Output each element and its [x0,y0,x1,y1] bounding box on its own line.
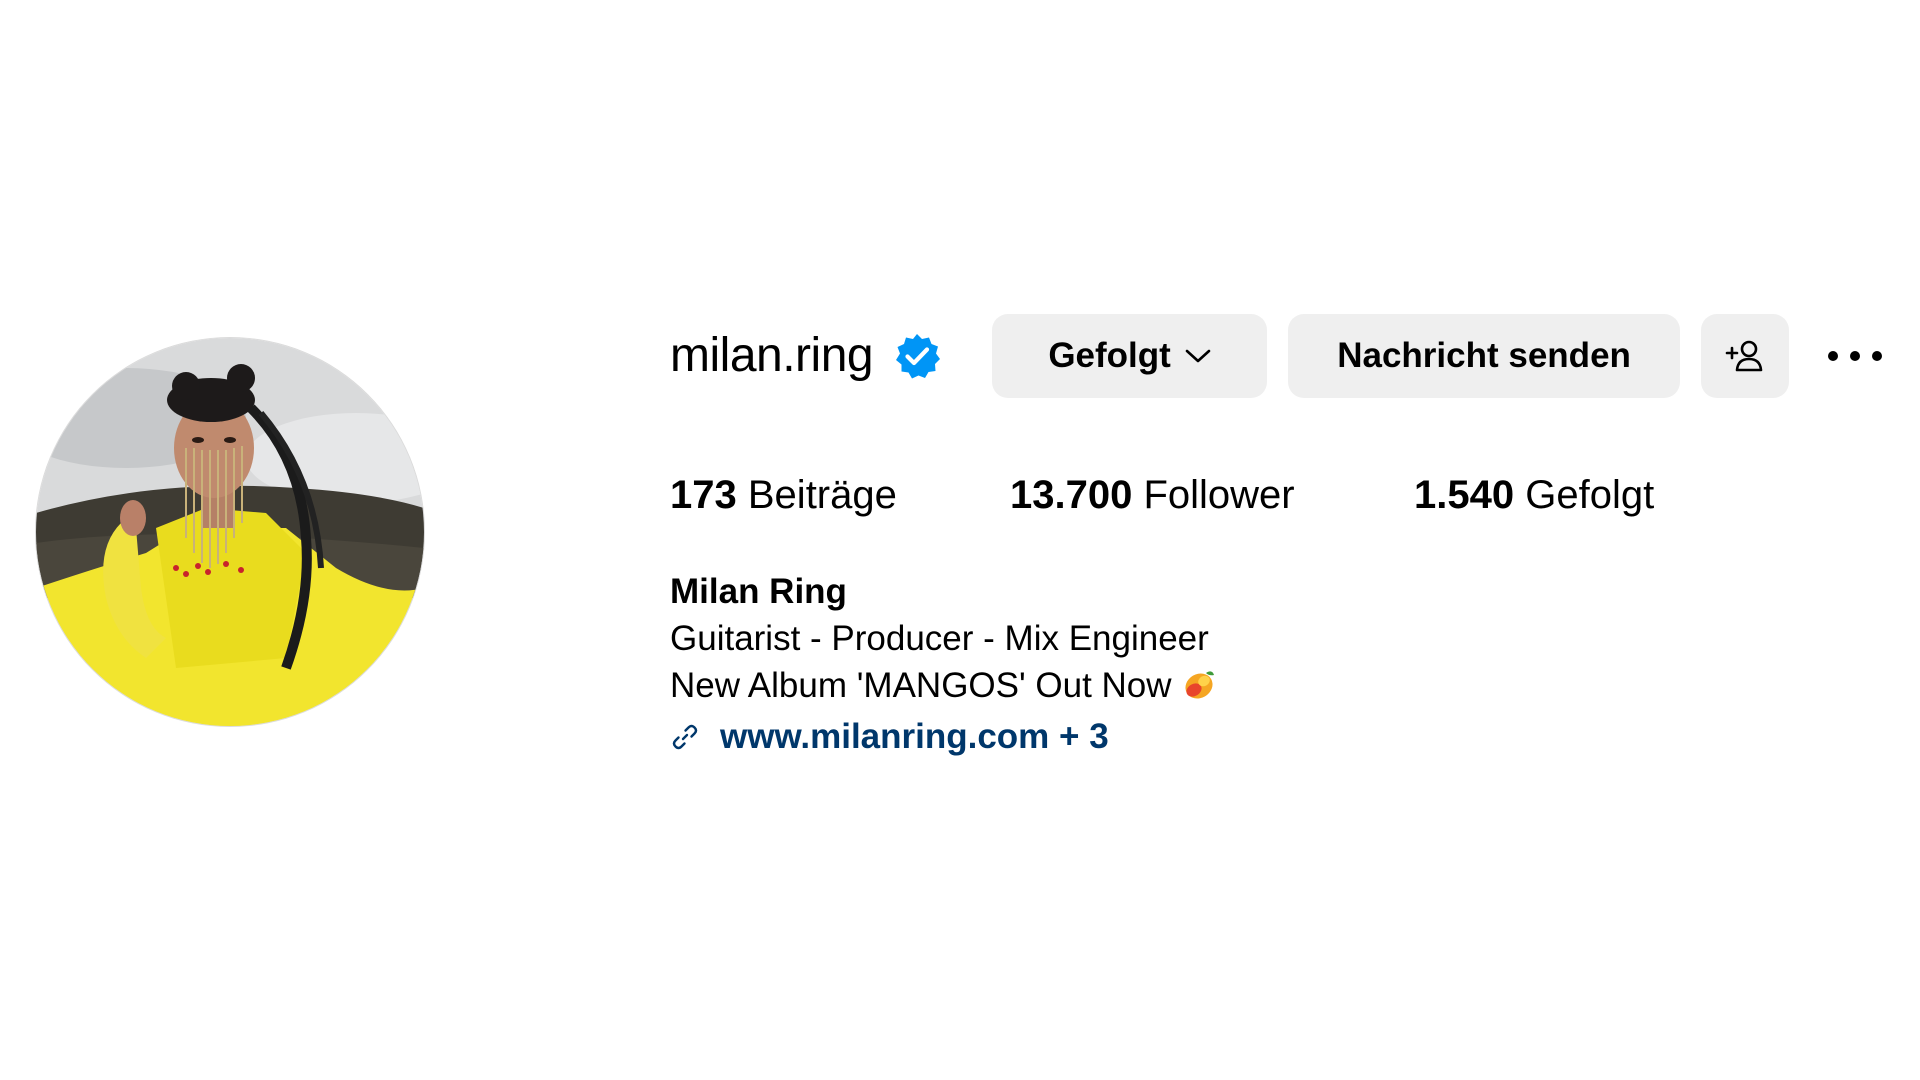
more-options-icon[interactable] [1825,314,1885,398]
full-name: Milan Ring [670,572,847,611]
following-label: Gefolgt [1525,473,1655,517]
followers-stat[interactable]: 13.700 Follower [1010,470,1295,520]
following-dropdown-button[interactable]: Gefolgt [992,314,1268,398]
send-message-button[interactable]: Nachricht senden [1288,314,1681,398]
followers-count: 13.700 [1010,473,1133,517]
chevron-down-icon [1185,348,1211,364]
bio-line: New Album 'MANGOS' Out Now [670,666,1172,705]
send-message-label: Nachricht senden [1337,336,1631,375]
posts-count: 173 [670,473,737,517]
following-count: 1.540 [1414,473,1515,517]
bio-line-with-emoji: New Album 'MANGOS' Out Now [670,662,1216,713]
profile-avatar[interactable] [36,338,424,726]
profile-header: milan.ring Gefolgt Nachricht senden [670,314,1885,398]
profile-page: milan.ring Gefolgt Nachricht senden 173 … [0,0,1920,1080]
following-button-label: Gefolgt [1048,336,1171,375]
followers-label: Follower [1143,473,1295,517]
suggested-accounts-button[interactable] [1701,314,1790,398]
bio-link-row[interactable]: www.milanring.com + 3 [670,713,1216,760]
link-icon [670,722,700,752]
website-link[interactable]: www.milanring.com + 3 [720,713,1109,760]
mango-emoji-icon [1182,666,1216,713]
bio-line: Guitarist - Producer - Mix Engineer [670,619,1209,658]
verified-badge-icon [893,332,941,380]
following-stat[interactable]: 1.540 Gefolgt [1414,470,1654,520]
profile-bio: Milan Ring Guitarist - Producer - Mix En… [670,568,1216,760]
avatar-image [36,338,424,726]
posts-stat: 173 Beiträge [670,470,897,520]
posts-label: Beiträge [747,473,897,517]
username: milan.ring [670,329,874,382]
add-user-icon [1725,338,1765,374]
